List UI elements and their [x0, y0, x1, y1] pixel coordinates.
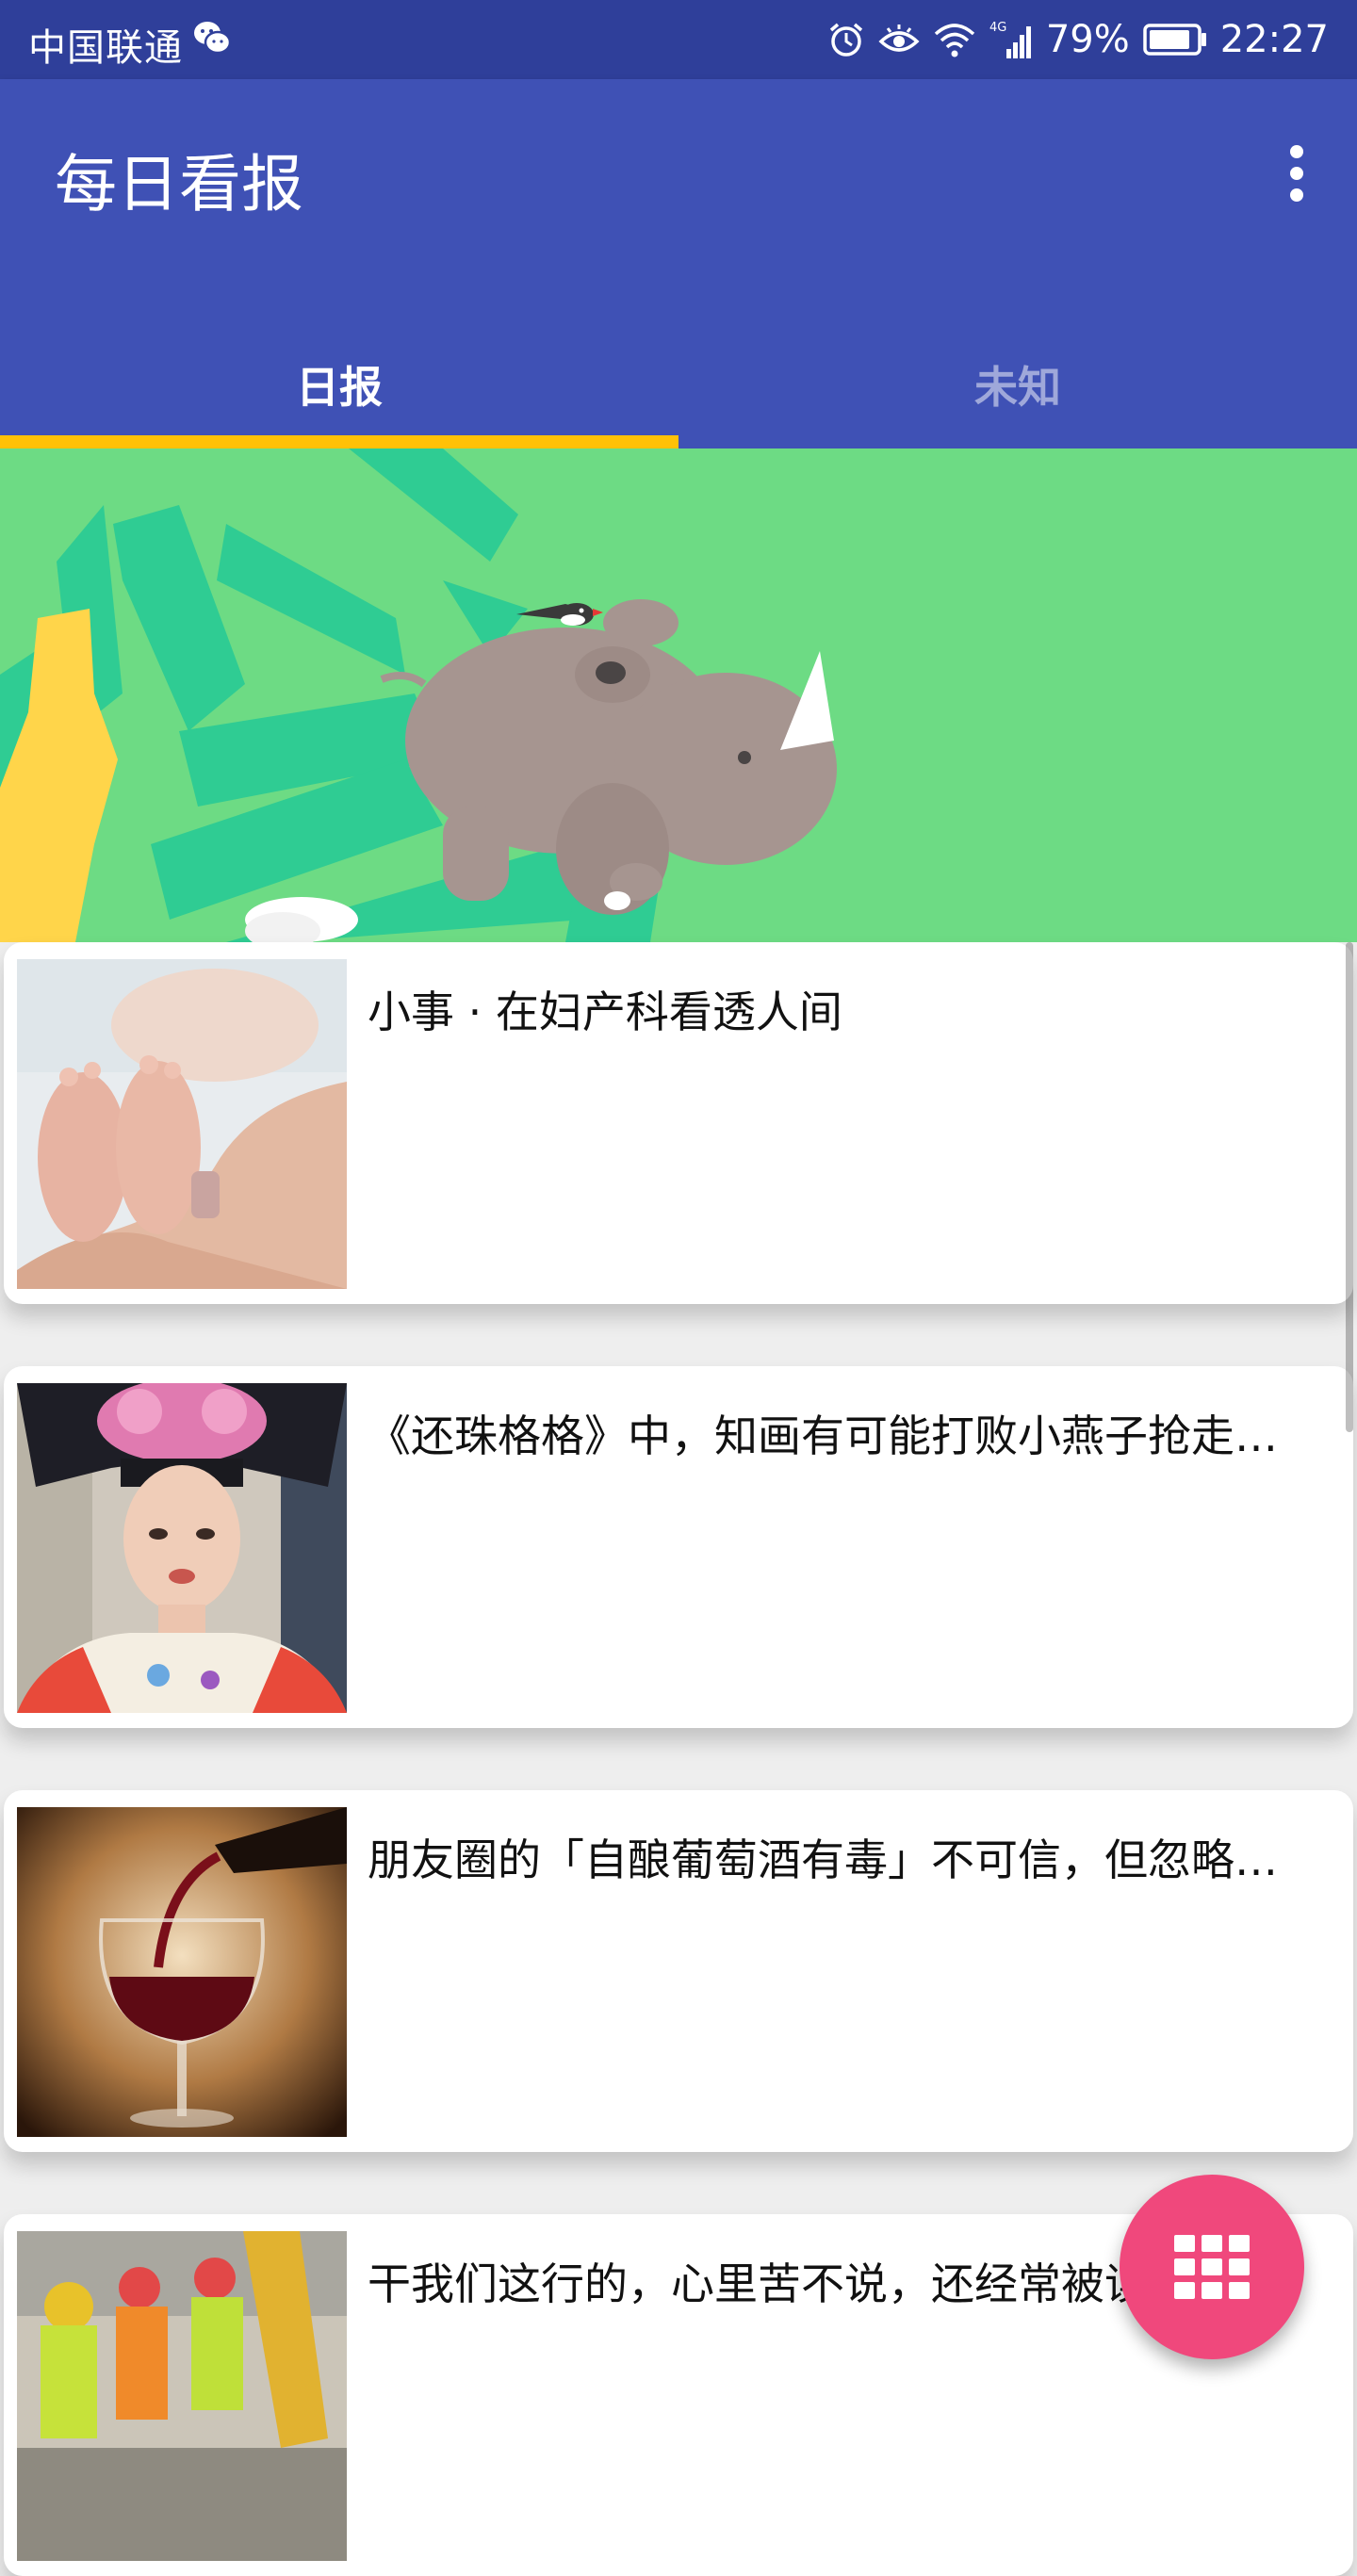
article-card[interactable]: 小事 · 在妇产科看透人间	[4, 942, 1353, 1304]
article-thumbnail	[17, 1807, 347, 2137]
article-title: 朋友圈的「自酿葡萄酒有毒」不可信，但忽略风险也不行	[368, 1834, 1319, 1885]
eye-icon	[878, 24, 920, 52]
grid-apps-icon	[1174, 2235, 1250, 2299]
battery-icon	[1142, 24, 1206, 56]
battery-percent: 79%	[1045, 18, 1130, 61]
construction-workers-photo	[17, 2231, 347, 2561]
signal-icon: 4G	[989, 21, 1031, 58]
clock: 22:27	[1219, 18, 1329, 61]
article-card[interactable]: 《还珠格格》中，知画有可能打败小燕子抢走五阿哥吗？	[4, 1366, 1353, 1728]
article-thumbnail	[17, 1383, 347, 1713]
app-title: 每日看报	[55, 148, 303, 220]
newborn-feet-photo	[17, 959, 347, 1289]
tab-unknown[interactable]: 未知	[678, 320, 1357, 448]
more-vertical-icon[interactable]	[1274, 136, 1319, 211]
tab-daily[interactable]: 日报	[0, 320, 678, 448]
app-bar: 每日看报 日报 未知	[0, 79, 1357, 448]
fab-button[interactable]	[1120, 2175, 1304, 2359]
rhino-illustration	[0, 448, 1357, 942]
article-card[interactable]: 朋友圈的「自酿葡萄酒有毒」不可信，但忽略风险也不行	[4, 1790, 1353, 2152]
red-wine-glass-photo	[17, 1807, 347, 2137]
tab-indicator	[0, 435, 678, 448]
article-thumbnail	[17, 959, 347, 1289]
banner-rhino-illustration[interactable]	[0, 448, 1357, 942]
article-title: 《还珠格格》中，知画有可能打败小燕子抢走五阿哥吗？	[368, 1410, 1319, 1461]
article-thumbnail	[17, 2231, 347, 2561]
alarm-icon	[829, 23, 862, 57]
wifi-icon	[934, 24, 974, 57]
network-type: 4G	[989, 21, 1006, 35]
article-title: 小事 · 在妇产科看透人间	[368, 986, 842, 1037]
status-bar: 中国联通 4G 79% 22:27	[0, 0, 1357, 79]
tab-bar: 日报 未知	[0, 320, 1357, 448]
carrier-label: 中国联通	[28, 26, 183, 70]
wechat-icon	[194, 22, 232, 55]
status-icons: 4G 79% 22:27	[827, 15, 1329, 64]
scrollbar[interactable]	[1346, 942, 1353, 1432]
qing-costume-actress-photo	[17, 1383, 347, 1713]
